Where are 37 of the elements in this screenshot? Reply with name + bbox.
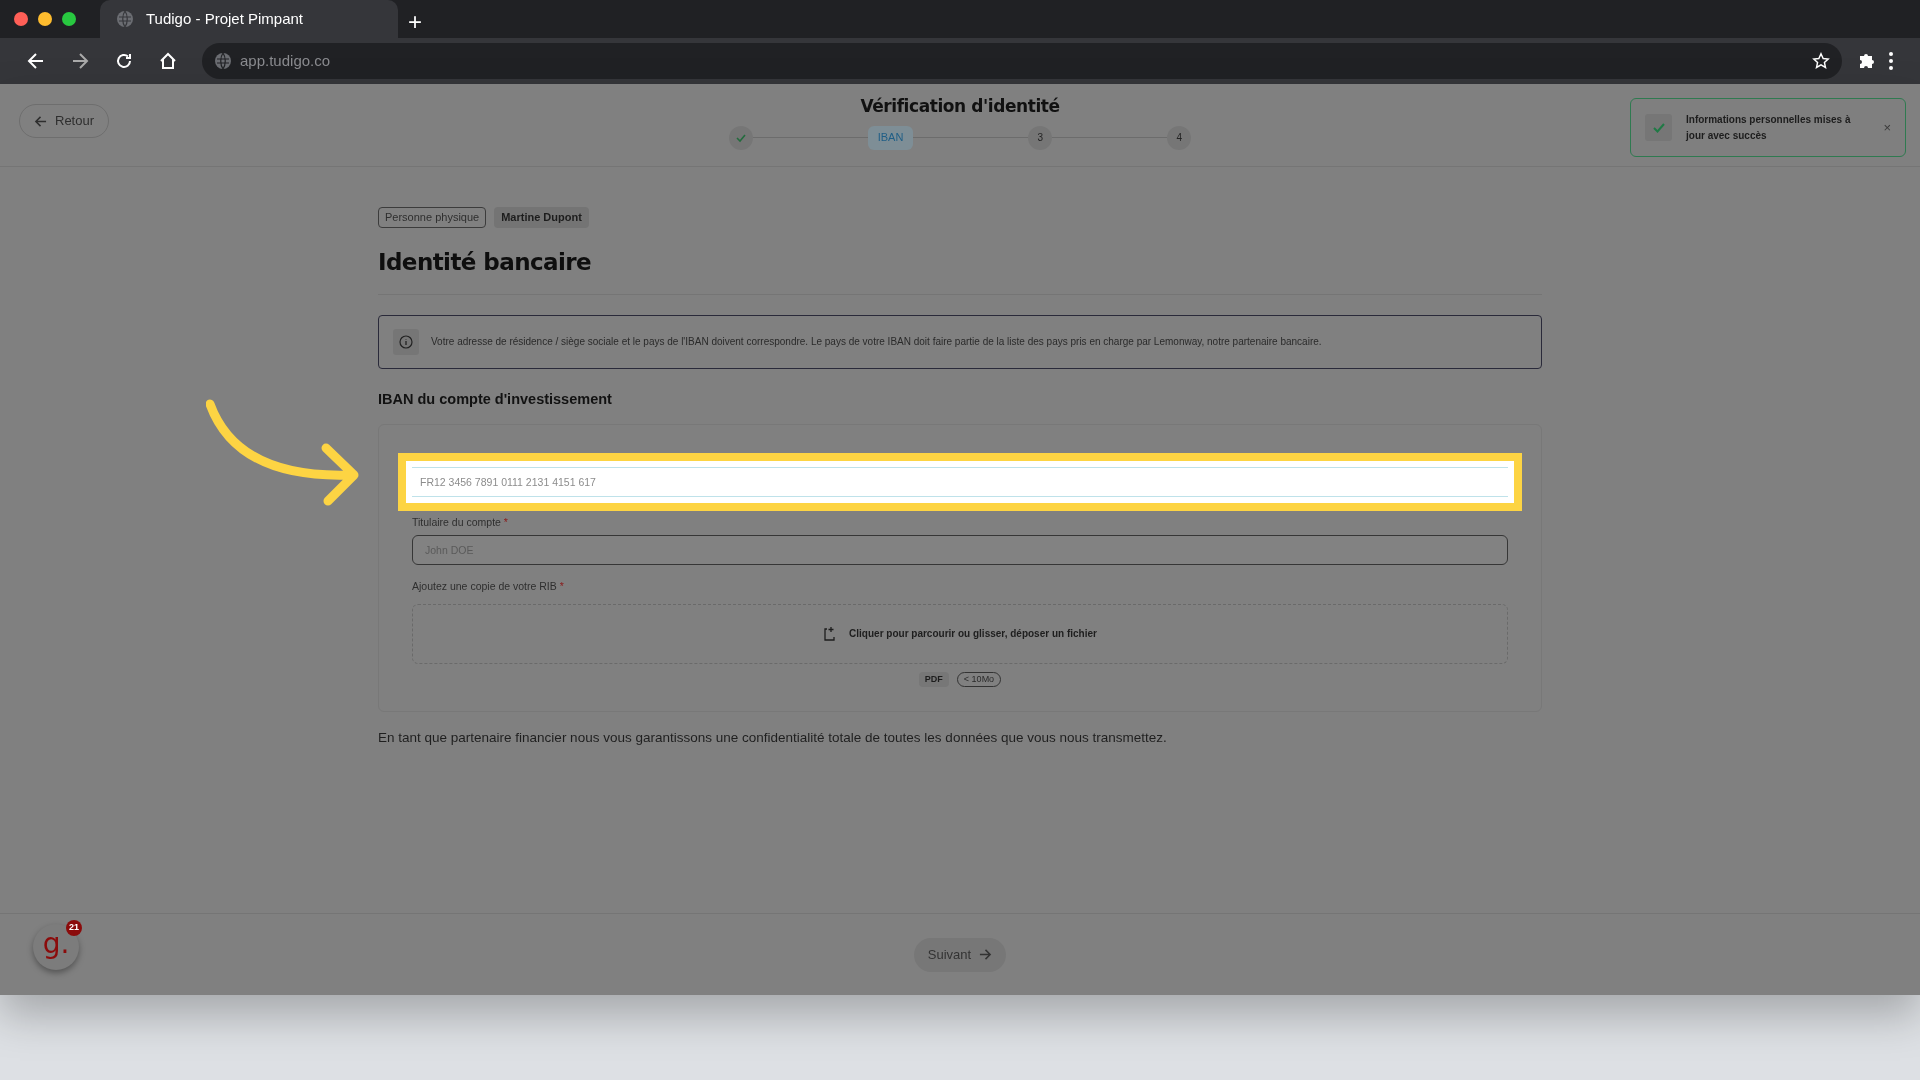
toast-message: Informations personnelles mises à jour avec succès — [1686, 112, 1852, 143]
address-bar[interactable]: app.tudigo.co — [202, 43, 1842, 79]
page-title: Vérification d'identité — [860, 95, 1060, 118]
more-icon[interactable] — [1888, 51, 1894, 71]
close-button[interactable]: × — [1883, 117, 1891, 138]
step-indicator: IBAN — [867, 125, 914, 150]
notification-badge: 21 — [66, 920, 82, 936]
file-add-icon — [823, 625, 838, 642]
check-icon — [735, 132, 746, 143]
home-icon[interactable] — [158, 51, 178, 71]
format-tag: PDF — [918, 671, 949, 687]
info-icon — [399, 334, 413, 349]
new-tab-button[interactable]: + — [408, 10, 422, 34]
file-dropzone[interactable]: Cliquer pour parcourir ou glisser, déposer un fichier — [412, 603, 1508, 664]
field-label: Titulaire du compte * — [412, 515, 509, 531]
star-icon[interactable] — [1812, 52, 1830, 70]
globe-icon — [214, 52, 232, 70]
arrow-right-icon — [979, 948, 993, 961]
maximize-window-icon[interactable] — [62, 12, 76, 26]
section-heading: Identité bancaire — [378, 248, 593, 277]
globe-icon — [116, 10, 134, 28]
minimize-window-icon[interactable] — [38, 12, 52, 26]
arrow-left-icon — [34, 114, 47, 128]
reload-icon[interactable] — [114, 51, 134, 71]
step-indicator: 4 — [1167, 125, 1192, 150]
info-text: Votre adresse de résidence / siège sociale et le pays de l'IBAN doivent correspondre. Le pays de votre IBAN doit faire partie de la liste des pays pris en charge par Lemonway, notre partenaire bancaire. — [431, 335, 1322, 349]
tag: Martine Dupont — [494, 207, 589, 228]
back-icon[interactable] — [26, 51, 46, 71]
forward-icon[interactable] — [70, 51, 90, 71]
privacy-note: En tant que partenaire financier nous vous garantissons une confidentialité totale de toutes les données que vous nous transmettez. — [378, 728, 1168, 747]
field-label: Ajoutez une copie de votre RIB * — [412, 579, 565, 594]
iban-input[interactable]: FR12 3456 7891 0111 2131 4151 617 — [412, 467, 1508, 498]
step-indicator: 3 — [1028, 125, 1053, 150]
browser-tab[interactable]: Tudigo - Projet Pimpant — [100, 0, 398, 38]
form-section-title: IBAN du compte d'investissement — [378, 389, 613, 409]
close-window-icon[interactable] — [14, 12, 28, 26]
tag: Personne physique — [378, 207, 487, 228]
